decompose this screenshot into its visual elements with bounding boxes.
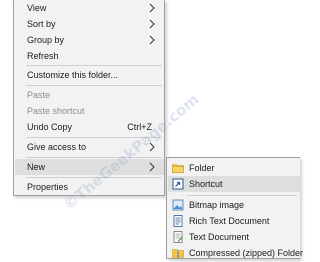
submenu-item-folder-label: Folder — [189, 163, 215, 173]
chevron-right-icon — [149, 3, 155, 13]
menu-separator — [26, 157, 162, 158]
submenu-item-rtf-label: Rich Text Document — [189, 216, 270, 226]
submenu-item-shortcut-label: Shortcut — [189, 179, 223, 189]
submenu-item-bitmap-label: Bitmap image — [189, 200, 245, 210]
menu-item-new-label: New — [27, 162, 46, 172]
bitmap-image-icon — [172, 199, 184, 211]
submenu-item-shortcut[interactable]: Shortcut — [168, 176, 300, 192]
chevron-right-icon — [149, 19, 155, 29]
menu-item-view-label: View — [27, 3, 47, 13]
menu-item-paste[interactable]: Paste — [15, 87, 164, 103]
menu-item-paste-label: Paste — [27, 90, 51, 100]
menu-item-properties[interactable]: Properties — [15, 179, 164, 195]
context-menu: View Sort by Group by Refresh Customize … — [13, 0, 165, 196]
menu-item-undo-copy[interactable]: Undo Copy Ctrl+Z — [15, 119, 164, 135]
menu-item-refresh-label: Refresh — [27, 51, 59, 61]
menu-item-new[interactable]: New — [15, 159, 164, 175]
menu-item-paste-shortcut[interactable]: Paste shortcut — [15, 103, 164, 119]
chevron-right-icon — [149, 162, 155, 172]
zip-folder-icon — [172, 249, 184, 258]
submenu-item-text-label: Text Document — [189, 232, 250, 242]
menu-separator — [26, 65, 162, 66]
menu-separator — [26, 137, 162, 138]
menu-item-sort-by-label: Sort by — [27, 19, 56, 29]
menu-item-paste-shortcut-label: Paste shortcut — [27, 106, 85, 116]
menu-item-undo-copy-label: Undo Copy — [27, 122, 73, 132]
menu-separator — [26, 177, 162, 178]
menu-item-customize-folder[interactable]: Customize this folder... — [15, 67, 164, 83]
menu-item-customize-folder-label: Customize this folder... — [27, 70, 119, 80]
menu-item-refresh[interactable]: Refresh — [15, 48, 164, 64]
menu-item-properties-label: Properties — [27, 182, 69, 192]
submenu-item-bitmap[interactable]: Bitmap image — [168, 197, 300, 213]
menu-item-give-access-label: Give access to — [27, 142, 87, 152]
menu-item-give-access[interactable]: Give access to — [15, 139, 164, 155]
submenu-item-rtf[interactable]: Rich Text Document — [168, 213, 300, 229]
folder-icon — [172, 164, 184, 173]
chevron-right-icon — [149, 35, 155, 45]
menu-item-view[interactable]: View — [15, 0, 164, 16]
menu-separator — [26, 85, 162, 86]
new-submenu: Folder Shortcut Bitmap image Rich Text D… — [166, 157, 304, 261]
submenu-item-zip-label: Compressed (zipped) Folder — [189, 248, 304, 258]
text-document-icon — [173, 231, 183, 243]
menu-separator — [187, 195, 297, 196]
shortcut-icon — [172, 178, 184, 190]
menu-item-sort-by[interactable]: Sort by — [15, 16, 164, 32]
menu-item-group-by[interactable]: Group by — [15, 32, 164, 48]
submenu-item-zip[interactable]: Compressed (zipped) Folder — [168, 245, 304, 261]
rich-text-document-icon — [173, 215, 183, 227]
submenu-item-folder[interactable]: Folder — [168, 160, 300, 176]
menu-item-group-by-label: Group by — [27, 35, 65, 45]
submenu-item-text[interactable]: Text Document — [168, 229, 300, 245]
chevron-right-icon — [149, 142, 155, 152]
keyboard-shortcut: Ctrl+Z — [127, 122, 152, 132]
